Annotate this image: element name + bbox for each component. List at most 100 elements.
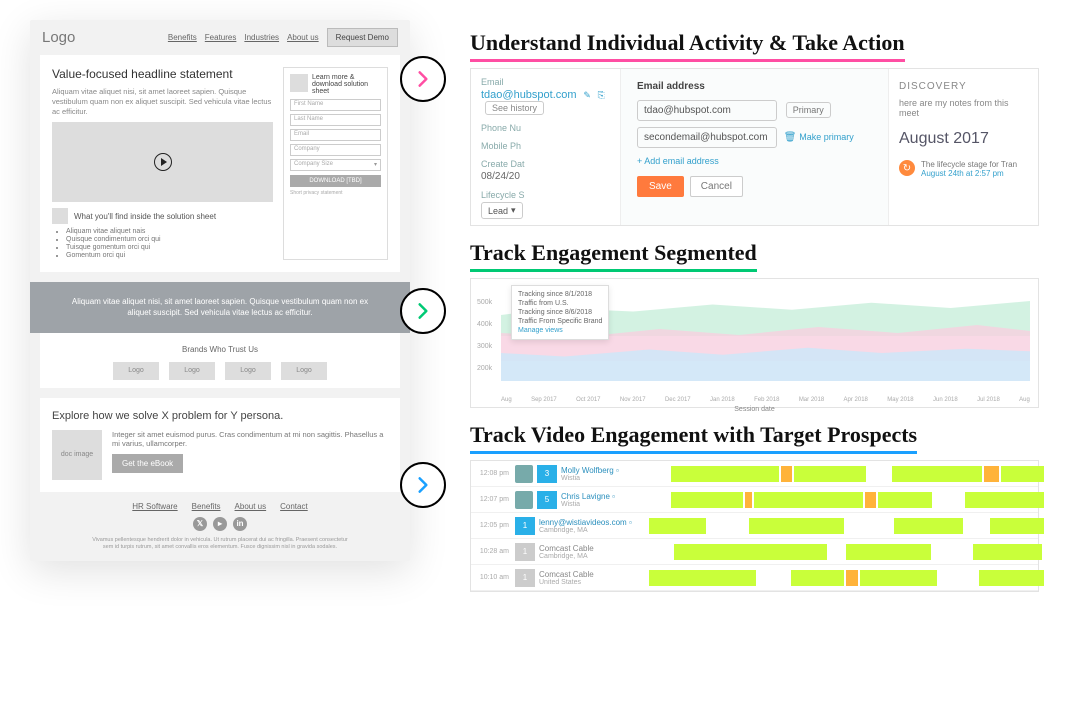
mobile-label: Mobile Ph	[481, 141, 610, 151]
section-title-activity: Understand Individual Activity & Take Ac…	[470, 30, 905, 62]
viewer-info[interactable]: Comcast CableUnited States	[539, 570, 649, 586]
chevron-down-icon: ▾	[511, 205, 516, 216]
wf-hero: Value-focused headline statement Aliquam…	[40, 55, 400, 272]
find-inside-row: What you'll find inside the solution she…	[52, 208, 273, 224]
brand-logo: Logo	[113, 362, 159, 380]
event-time: August 24th at 2:57 pm	[921, 169, 1017, 178]
popup-label: Email address	[637, 81, 872, 92]
youtube-icon[interactable]: ▸	[213, 517, 227, 531]
bullet: Tuisque gomentum orci qui	[66, 244, 273, 251]
download-form: Learn more & download solution sheet Fir…	[283, 67, 388, 260]
create-date-label: Create Dat	[481, 159, 610, 169]
avatar	[515, 491, 533, 509]
event-text: The lifecycle stage for Tran	[921, 160, 1017, 169]
manage-views-link[interactable]: Manage views	[518, 326, 602, 335]
play-count: 1	[515, 569, 535, 587]
form-title: Learn more & download solution sheet	[312, 74, 381, 95]
nav-industries[interactable]: Industries	[244, 33, 279, 42]
row-time: 12:08 pm	[471, 470, 515, 477]
viewer-info[interactable]: lenny@wistiavideos.com ▫Cambridge, MA	[539, 518, 649, 534]
email-field[interactable]: Email	[290, 129, 381, 141]
brand-logo: Logo	[281, 362, 327, 380]
discovery-label: DISCOVERY	[899, 81, 1028, 92]
privacy-text: Short privacy statement	[290, 190, 381, 196]
heatmap-row: 10:10 am1Comcast CableUnited States	[471, 565, 1038, 591]
play-count: 1	[515, 543, 535, 561]
nav-features[interactable]: Features	[205, 33, 237, 42]
testimonial-band: Aliquam vitae aliquet nisi, sit amet lao…	[30, 282, 410, 332]
hero-video[interactable]	[52, 122, 273, 202]
company-field[interactable]: Company	[290, 144, 381, 156]
wf-footer: HR Software Benefits About us Contact 𝕏 …	[30, 492, 410, 561]
email-value: tdao@hubspot.com	[481, 89, 577, 101]
viewer-info[interactable]: Molly Wolfberg ▫Wistia	[561, 466, 671, 482]
trust-title: Brands Who Trust Us	[40, 345, 400, 354]
footer-link[interactable]: HR Software	[132, 502, 177, 511]
trash-icon[interactable]: 🗑	[784, 132, 797, 143]
arrow-blue-icon	[400, 462, 446, 508]
create-date-value: 08/24/20	[481, 171, 610, 182]
lifecycle-label: Lifecycle S	[481, 190, 610, 200]
email-label: Email	[481, 77, 610, 87]
x-axis: AugSep 2017Oct 2017 Nov 2017Dec 2017Jan …	[501, 397, 1030, 403]
viewer-info[interactable]: Chris Lavigne ▫Wistia	[561, 492, 671, 508]
lifecycle-dropdown[interactable]: Lead ▾	[481, 202, 523, 219]
wf-logo: Logo	[42, 29, 162, 46]
engagement-chart-mock: Tracking since 8/1/2018 Traffic from U.S…	[470, 278, 1039, 408]
explore-copy: Integer sit amet euismod purus. Cras con…	[112, 430, 388, 448]
chart-popup[interactable]: Tracking since 8/1/2018 Traffic from U.S…	[511, 285, 609, 340]
timeline-date: August 2017	[899, 130, 1028, 148]
play-count: 1	[515, 517, 535, 535]
copy-icon[interactable]: ⎘	[598, 90, 605, 100]
heatmap-row: 12:07 pm5Chris Lavigne ▫Wistia	[471, 487, 1038, 513]
last-name-field[interactable]: Last Name	[290, 114, 381, 126]
nav-about[interactable]: About us	[287, 33, 319, 42]
company-size-select[interactable]: Company Size	[290, 159, 381, 171]
make-primary-link[interactable]: Make primary	[799, 132, 854, 142]
heatmap-bar	[649, 570, 1038, 586]
hero-headline: Value-focused headline statement	[52, 67, 273, 81]
y-axis: 500k 400k 300k 200k	[477, 299, 492, 387]
add-email-link[interactable]: + Add email address	[637, 156, 872, 166]
email-input-2[interactable]: secondemail@hubspot.com	[637, 127, 777, 148]
heatmap-bar	[671, 466, 1038, 482]
email-input-1[interactable]: tdao@hubspot.com	[637, 100, 777, 121]
row-time: 12:07 pm	[471, 496, 515, 503]
arrow-pink-icon	[400, 56, 446, 102]
nav-benefits[interactable]: Benefits	[168, 33, 197, 42]
see-history-button[interactable]: See history	[485, 101, 544, 115]
section-title-video: Track Video Engagement with Target Prosp…	[470, 422, 917, 454]
download-button[interactable]: DOWNLOAD [TBD]	[290, 175, 381, 187]
heatmap-row: 12:08 pm3Molly Wolfberg ▫Wistia	[471, 461, 1038, 487]
footer-link[interactable]: Contact	[280, 502, 308, 511]
section-title-engagement: Track Engagement Segmented	[470, 240, 757, 272]
heatmap-row: 12:05 pm1lenny@wistiavideos.com ▫Cambrid…	[471, 513, 1038, 539]
bullet: Aliquam vitae aliquet nais	[66, 228, 273, 235]
heatmap-row: 10:28 am1Comcast CableCambridge, MA	[471, 539, 1038, 565]
edit-icon[interactable]: ✎	[583, 90, 591, 100]
twitter-icon[interactable]: 𝕏	[193, 517, 207, 531]
bullet: Gomentum orci qui	[66, 252, 273, 259]
form-thumb	[290, 74, 308, 92]
landing-page-wireframe: Logo Benefits Features Industries About …	[30, 20, 410, 561]
viewer-info[interactable]: Comcast CableCambridge, MA	[539, 544, 649, 560]
save-button[interactable]: Save	[637, 176, 684, 197]
hero-subcopy: Aliquam vitae aliquet nisi, sit amet lao…	[52, 87, 273, 116]
find-thumb	[52, 208, 68, 224]
wf-header: Logo Benefits Features Industries About …	[30, 20, 410, 55]
cancel-button[interactable]: Cancel	[690, 176, 743, 197]
first-name-field[interactable]: First Name	[290, 99, 381, 111]
bullet: Quisque condimentum orci qui	[66, 236, 273, 243]
video-heatmap-mock: 12:08 pm3Molly Wolfberg ▫Wistia12:07 pm5…	[470, 460, 1039, 592]
request-demo-button[interactable]: Request Demo	[327, 28, 398, 47]
row-time: 10:28 am	[471, 548, 515, 555]
footer-link[interactable]: About us	[235, 502, 267, 511]
play-icon	[154, 153, 172, 171]
row-time: 12:05 pm	[471, 522, 515, 529]
footer-link[interactable]: Benefits	[192, 502, 221, 511]
get-ebook-button[interactable]: Get the eBook	[112, 454, 183, 473]
linkedin-icon[interactable]: in	[233, 517, 247, 531]
legal-text: Vivamus pellentesque hendrerit dolor in …	[90, 537, 350, 551]
arrow-green-icon	[400, 288, 446, 334]
x-axis-label: Session date	[734, 406, 774, 413]
